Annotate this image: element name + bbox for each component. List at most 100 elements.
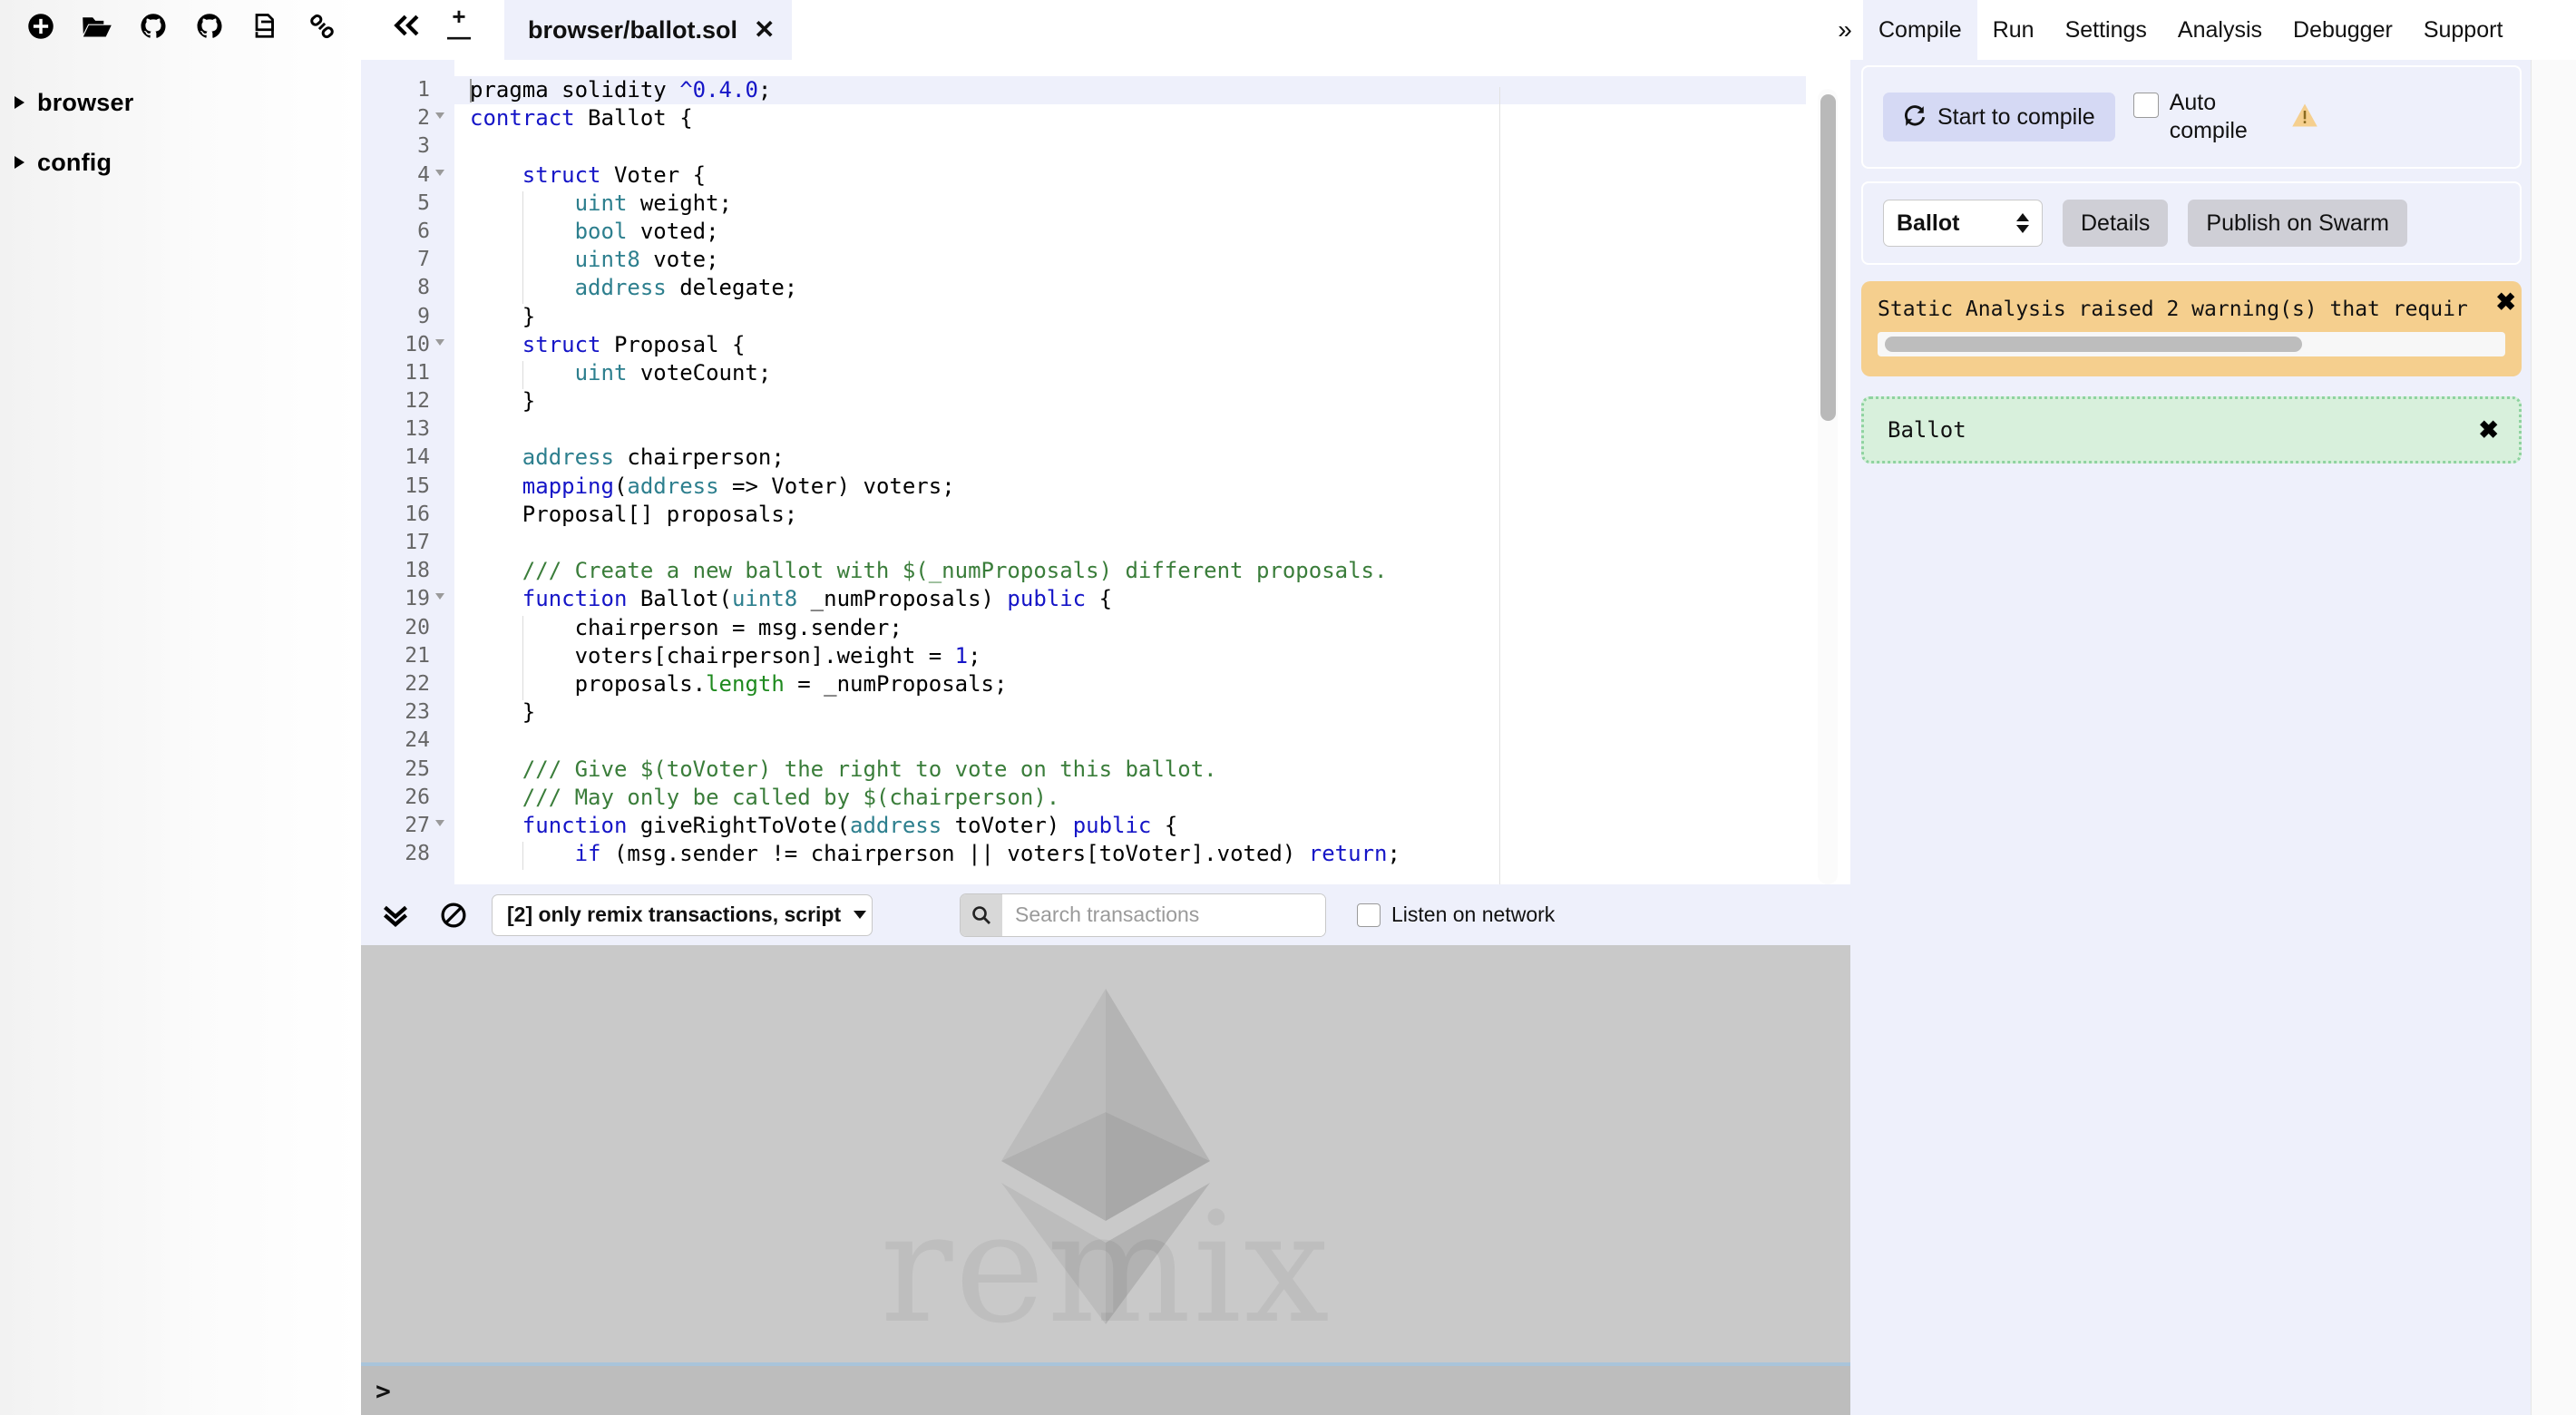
editor-line[interactable]: 24 — [361, 727, 1850, 755]
editor-line[interactable]: 6 bool voted; — [361, 218, 1850, 248]
transaction-filter-label: [2] only remix transactions, script — [507, 903, 842, 926]
fold-arrow-icon[interactable] — [435, 338, 444, 346]
compile-controls-card: Start to compile Auto compile — [1861, 65, 2522, 169]
editor-line[interactable]: 7 uint8 vote; — [361, 246, 1850, 277]
nav-item-support[interactable]: Support — [2408, 0, 2519, 60]
nav-item-compile[interactable]: Compile — [1863, 0, 1977, 60]
code-editor[interactable]: 1 pragma solidity ^0.4.0; 2 contract Ballot… — [361, 60, 1850, 884]
auto-compile-label: Auto compile — [2169, 90, 2248, 143]
alert-horizontal-scrollbar-track[interactable] — [1878, 332, 2505, 356]
close-icon[interactable]: ✕ — [754, 17, 775, 43]
fold-arrow-icon[interactable] — [435, 169, 444, 176]
editor-line[interactable]: 25 /// Give $(toVoter) the right to vote… — [361, 756, 1850, 784]
editor-line[interactable]: 26 /// May only be called by $(chairpers… — [361, 784, 1850, 812]
editor-line-number: 11 — [405, 360, 430, 385]
publish-on-swarm-button[interactable]: Publish on Swarm — [2188, 200, 2407, 247]
github-publish-icon[interactable] — [181, 5, 238, 48]
open-folder-icon[interactable] — [69, 5, 125, 48]
editor-line-text: /// Create a new ballot with $(_numPropo… — [522, 558, 1388, 584]
editor-line[interactable]: 3 — [361, 132, 1850, 161]
editor-line-text: mapping(address => Voter) voters; — [522, 473, 955, 499]
github-import-icon[interactable] — [125, 5, 181, 48]
listen-on-network-toggle[interactable]: Listen on network — [1357, 903, 1555, 927]
close-icon[interactable]: ✖ — [2478, 417, 2499, 443]
editor-line[interactable]: 28 if (msg.sender != chairperson || vote… — [361, 840, 1850, 871]
listen-on-network-checkbox[interactable] — [1357, 903, 1381, 927]
details-button[interactable]: Details — [2063, 200, 2169, 247]
chevron-down-icon[interactable] — [854, 911, 867, 919]
create-file-icon[interactable] — [13, 5, 69, 48]
editor-line-text: address chairperson; — [522, 444, 785, 471]
terminal-output[interactable]: remix — [361, 945, 1850, 1362]
editor-line-number: 7 — [417, 248, 430, 272]
editor-line-text: contract Ballot { — [470, 105, 693, 132]
contract-select[interactable]: Ballot — [1883, 200, 2043, 247]
fold-arrow-icon[interactable] — [435, 112, 444, 120]
editor-line[interactable]: 17 — [361, 529, 1850, 557]
close-icon[interactable]: ✖ — [2495, 290, 2516, 315]
editor-line[interactable]: 18 /// Create a new ballot with $(_numPr… — [361, 557, 1850, 585]
auto-compile-checkbox[interactable] — [2132, 93, 2159, 118]
nav-item-run[interactable]: Run — [1977, 0, 2050, 60]
editor-line[interactable]: 1 pragma solidity ^0.4.0; — [361, 76, 1850, 104]
chevron-right-icon[interactable] — [15, 156, 24, 169]
terminal-prompt-row[interactable]: > — [361, 1366, 1850, 1415]
nav-item-analysis[interactable]: Analysis — [2162, 0, 2278, 60]
search-input[interactable] — [1002, 893, 1325, 936]
static-analysis-warning-text: Static Analysis raised 2 warning(s) that… — [1878, 298, 2468, 321]
editor-line[interactable]: 15 mapping(address => Voter) voters; — [361, 473, 1850, 501]
editor-line-number: 10 — [405, 332, 430, 356]
link-icon[interactable] — [294, 5, 350, 48]
editor-line[interactable]: 4 struct Voter { — [361, 161, 1850, 190]
editor-vertical-scrollbar-thumb[interactable] — [1820, 94, 1836, 421]
editor-line[interactable]: 10 struct Proposal { — [361, 331, 1850, 359]
transaction-filter-select[interactable]: [2] only remix transactions, script — [492, 893, 873, 936]
editor-line-number: 8 — [417, 276, 430, 300]
editor-line-text: } — [470, 699, 536, 726]
alert-horizontal-scrollbar-thumb[interactable] — [1885, 337, 2302, 352]
editor-line[interactable]: 2 contract Ballot { — [361, 104, 1850, 132]
editor-line[interactable]: 8 address delegate; — [361, 274, 1850, 305]
nav-item-debugger[interactable]: Debugger — [2278, 0, 2408, 60]
editor-line[interactable]: 14 address chairperson; — [361, 444, 1850, 472]
file-tree-node-config[interactable]: config — [0, 132, 361, 192]
editor-line[interactable]: 12 } — [361, 387, 1850, 415]
editor-line[interactable]: 21 voters[chairperson].weight = 1; — [361, 642, 1850, 672]
editor-line[interactable]: 13 — [361, 415, 1850, 444]
contract-select-value: Ballot — [1897, 210, 1960, 236]
editor-tab-ballot-sol[interactable]: browser/ballot.sol ✕ — [504, 0, 792, 60]
editor-line[interactable]: 16 Proposal[] proposals; — [361, 501, 1850, 529]
editor-line[interactable]: 20 chairperson = msg.sender; — [361, 614, 1850, 644]
editor-line[interactable]: 22 proposals.length = _numProposals; — [361, 670, 1850, 700]
editor-line[interactable]: 5 uint weight; — [361, 190, 1850, 220]
editor-code-content[interactable]: 1 pragma solidity ^0.4.0; 2 contract Ballot… — [361, 76, 1850, 871]
editor-line-number: 22 — [405, 671, 430, 696]
copy-files-icon[interactable] — [238, 5, 294, 48]
editor-line[interactable]: 19 function Ballot(uint8 _numProposals) … — [361, 585, 1850, 613]
chevron-double-left-icon[interactable] — [383, 0, 434, 51]
warning-triangle-icon[interactable] — [2291, 102, 2318, 132]
editor-line[interactable]: 11 uint voteCount; — [361, 359, 1850, 389]
fold-arrow-icon[interactable] — [435, 819, 444, 826]
ban-icon[interactable] — [430, 892, 477, 939]
transaction-search[interactable] — [960, 893, 1326, 937]
file-tree-label: config — [37, 148, 112, 176]
chevron-double-down-icon[interactable] — [372, 892, 419, 939]
editor-line-text: function Ballot(uint8 _numProposals) pub… — [522, 586, 1113, 612]
start-to-compile-button[interactable]: Start to compile — [1883, 93, 2115, 142]
editor-line-text: struct Proposal { — [522, 331, 746, 357]
file-tree-node-browser[interactable]: browser — [0, 73, 361, 132]
nav-item-settings[interactable]: Settings — [2050, 0, 2162, 60]
editor-line[interactable]: 23 } — [361, 698, 1850, 727]
editor-line[interactable]: 27 function giveRightToVote(address toVo… — [361, 812, 1850, 840]
editor-tab-strip: + — browser/ballot.sol ✕ — [361, 0, 1850, 60]
auto-compile-toggle[interactable]: Auto compile — [2132, 89, 2257, 145]
chevron-right-icon[interactable] — [15, 96, 24, 109]
zoom-out-icon[interactable]: — — [447, 24, 471, 48]
editor-line[interactable]: 9 } — [361, 303, 1850, 331]
fold-arrow-icon[interactable] — [435, 593, 444, 600]
editor-font-size-controls[interactable]: + — — [439, 0, 479, 53]
chevron-double-right-icon[interactable]: » — [1827, 0, 1863, 60]
file-explorer-panel: browser config — [0, 0, 361, 1415]
select-arrows-icon[interactable] — [2016, 213, 2029, 233]
